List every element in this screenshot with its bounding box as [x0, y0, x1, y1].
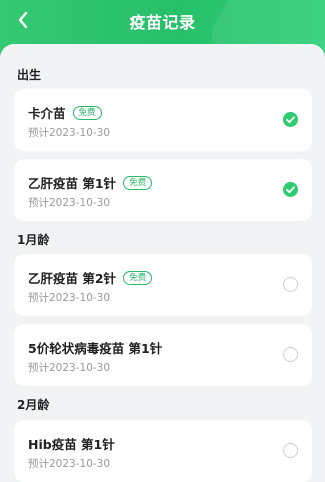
planned-date: 预计2023-10-30 — [28, 197, 111, 209]
vaccine-name: 乙肝疫苗 第2针 — [28, 271, 117, 286]
planned-date: 预计2023-10-30 — [28, 362, 111, 374]
section-label-2-month: 2月龄 — [17, 398, 50, 412]
vaccine-name-row: 5价轮状病毒疫苗 第1针 — [28, 338, 162, 357]
section-label-birth: 出生 — [17, 68, 42, 82]
vaccine-name: Hib疫苗 第1针 — [28, 437, 115, 452]
vaccine-name-row: 乙肝疫苗 第1针 免费 — [28, 173, 153, 192]
free-badge: 免费 — [72, 105, 102, 120]
vaccine-name: 5价轮状病毒疫苗 第1针 — [28, 341, 163, 356]
vaccine-card[interactable]: 乙肝疫苗 第1针 免费 预计2023-10-30 — [14, 159, 312, 221]
check-icon[interactable] — [283, 112, 298, 127]
vaccine-name: 卡介苗 — [28, 106, 66, 121]
free-badge: 免费 — [123, 270, 153, 285]
check-icon[interactable] — [283, 182, 298, 197]
vaccine-name-row: 卡介苗 免费 — [28, 103, 102, 122]
vaccine-name-row: Hib疫苗 第1针 — [28, 434, 115, 453]
vaccine-list: 出生 卡介苗 免费 预计2023-10-30 乙肝疫苗 第1针 免费 预计202… — [0, 44, 325, 482]
vaccine-card[interactable]: 乙肝疫苗 第2针 免费 预计2023-10-30 — [14, 254, 312, 316]
page-title: 疫苗记录 — [129, 13, 196, 32]
section-label-1-month: 1月龄 — [17, 233, 50, 247]
free-badge: 免费 — [123, 175, 153, 190]
unchecked-radio-icon[interactable] — [283, 347, 298, 362]
vaccine-name-row: 乙肝疫苗 第2针 免费 — [28, 268, 153, 287]
planned-date: 预计2023-10-30 — [28, 458, 111, 470]
vaccine-card[interactable]: 卡介苗 免费 预计2023-10-30 — [14, 89, 312, 151]
unchecked-radio-icon[interactable] — [283, 443, 298, 458]
planned-date: 预计2023-10-30 — [28, 292, 111, 304]
vaccine-card[interactable]: 5价轮状病毒疫苗 第1针 预计2023-10-30 — [14, 324, 312, 386]
planned-date: 预计2023-10-30 — [28, 127, 111, 139]
vaccine-name: 乙肝疫苗 第1针 — [28, 176, 117, 191]
unchecked-radio-icon[interactable] — [283, 277, 298, 292]
vaccine-card[interactable]: Hib疫苗 第1针 预计2023-10-30 — [14, 420, 312, 482]
